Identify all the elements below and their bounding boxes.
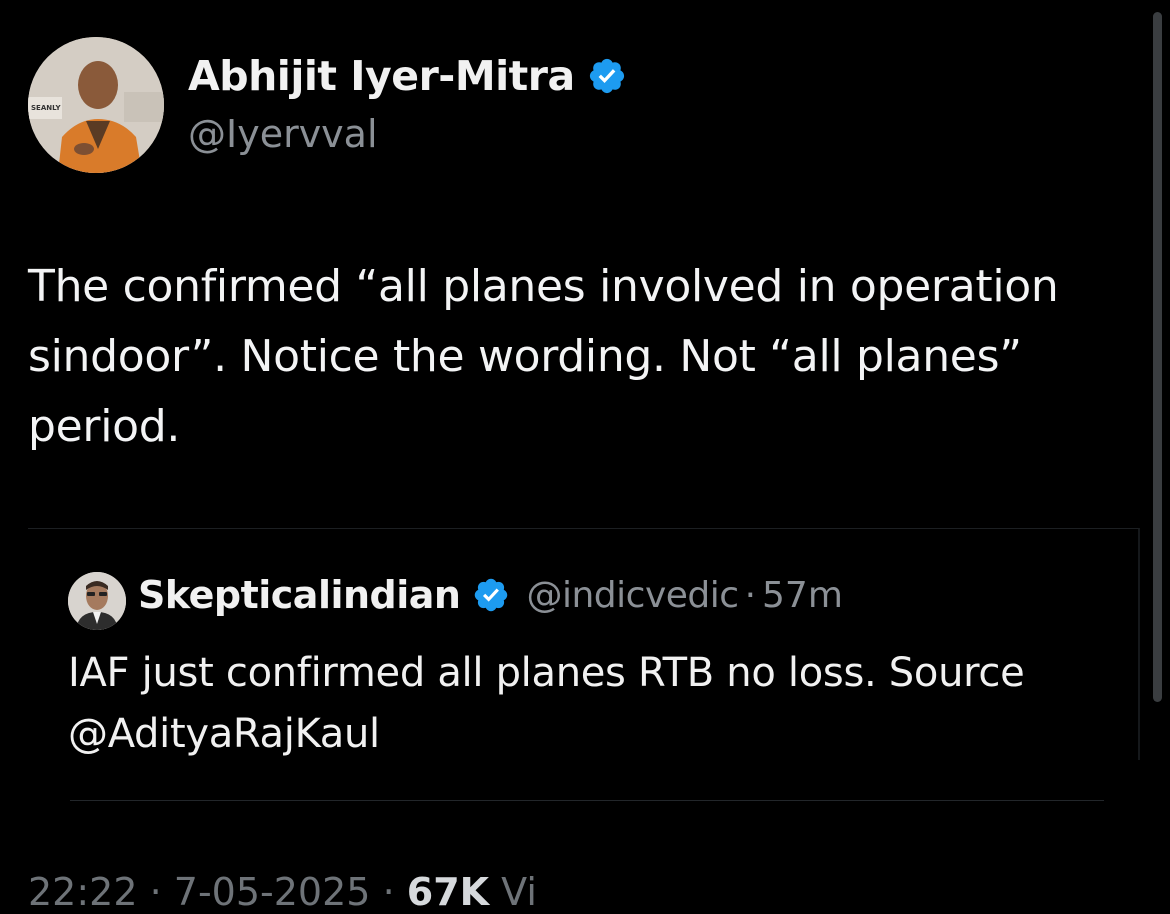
tweet-date[interactable]: 7-05-2025 <box>174 870 371 914</box>
quoted-text-line-1: IAF just confirmed all planes RTB no los… <box>68 650 1025 696</box>
quoted-author-name[interactable]: Skepticalindian <box>138 573 461 617</box>
quoted-tweet-text: IAF just confirmed all planes RTB no los… <box>68 643 1128 765</box>
scrollbar[interactable] <box>1153 12 1162 702</box>
tweet-meta: 22:22 · 7-05-2025 · 67K Vi <box>28 870 537 914</box>
divider <box>70 800 1104 801</box>
views-label: Vi <box>501 870 537 914</box>
quoted-author-handle[interactable]: @indicvedic <box>526 575 739 616</box>
author-name[interactable]: Abhijit Iyer-Mitra <box>188 52 627 100</box>
author-name-text[interactable]: Abhijit Iyer-Mitra <box>188 52 575 100</box>
author-handle[interactable]: @Iyervval <box>188 112 378 156</box>
svg-text:SEANLY: SEANLY <box>31 104 61 112</box>
tweet-text: The confirmed “all planes involved in op… <box>28 261 1059 452</box>
views-count: 67K <box>406 870 490 914</box>
verified-badge-icon <box>589 58 624 94</box>
verified-badge-icon <box>475 578 508 612</box>
tweet-time[interactable]: 22:22 <box>28 870 138 914</box>
meta-separator: · <box>149 870 162 914</box>
quoted-timestamp[interactable]: 57m <box>762 575 843 616</box>
quoted-tweet-card[interactable]: Skepticalindian @indicvedic · 57m IAF ju… <box>28 528 1140 760</box>
quoted-tweet-header: Skepticalindian @indicvedic · 57m <box>138 573 843 617</box>
meta-separator: · <box>382 870 395 914</box>
quoted-mention-link[interactable]: @AdityaRajKaul <box>68 704 1128 765</box>
author-avatar[interactable]: SEANLY <box>28 37 164 173</box>
quoted-separator: · <box>744 574 757 616</box>
quoted-author-avatar[interactable] <box>68 572 126 630</box>
